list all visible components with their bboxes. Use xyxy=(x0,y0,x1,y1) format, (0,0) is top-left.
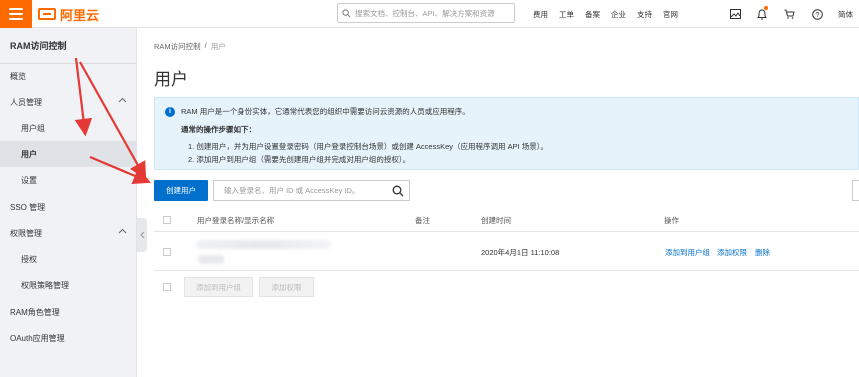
create-user-button[interactable]: 创建用户 xyxy=(154,180,208,201)
sidebar-collapse-handle[interactable] xyxy=(137,218,147,252)
sidebar-item-label: OAuth应用管理 xyxy=(10,333,65,343)
sidebar-item-label: RAM角色管理 xyxy=(10,307,60,317)
sidebar-group-people[interactable]: 人员管理 xyxy=(0,89,137,115)
sidebar-title: RAM访问控制 xyxy=(10,41,67,51)
select-all-checkbox[interactable] xyxy=(163,216,171,224)
sidebar-item-grant[interactable]: 授权 xyxy=(0,246,137,272)
aliyun-logo[interactable]: 阿里云 xyxy=(38,5,99,23)
sidebar-item-policy[interactable]: 权限策略管理 xyxy=(0,272,137,298)
sidebar-item-label: 授权 xyxy=(21,254,37,264)
svg-text:?: ? xyxy=(815,12,819,19)
redacted-username xyxy=(196,240,331,249)
notification-dot xyxy=(764,6,768,10)
chevron-left-icon xyxy=(139,231,144,239)
nav-tickets[interactable]: 工单 xyxy=(553,9,580,20)
sidebar-item-settings[interactable]: 设置 xyxy=(0,167,137,193)
table-header: 用户登录名称/显示名称 备注 创建时间 操作 xyxy=(154,208,859,232)
user-search-input[interactable]: 输入登录名、用户 ID 或 AccessKey ID。 xyxy=(213,180,410,201)
column-header-actions: 操作 xyxy=(664,216,679,225)
language-switch[interactable]: 简体 xyxy=(838,9,853,20)
logo-text: 阿里云 xyxy=(60,7,100,23)
sidebar-item-user[interactable]: 用户 xyxy=(0,141,137,167)
search-icon xyxy=(342,8,351,17)
image-icon[interactable] xyxy=(728,7,742,21)
top-nav-links: 费用 工单 备案 企业 支持 官网 xyxy=(528,0,684,28)
row-checkbox[interactable] xyxy=(163,248,171,256)
chevron-up-icon xyxy=(118,97,127,103)
sidebar-item-usergroup[interactable]: 用户组 xyxy=(0,115,137,141)
column-header-created: 创建时间 xyxy=(481,216,511,225)
sidebar-item-label: 用户组 xyxy=(21,123,45,133)
info-notice: i RAM 用户是一个身份实体，它通常代表您的组织中需要访问云资源的人员或应用程… xyxy=(154,97,859,170)
help-icon[interactable]: ? xyxy=(810,7,824,21)
breadcrumb: RAM访问控制 / 用户 xyxy=(154,41,226,52)
search-placeholder: 输入登录名、用户 ID 或 AccessKey ID。 xyxy=(224,186,360,195)
breadcrumb-current: 用户 xyxy=(210,42,226,51)
created-time: 2020年4月1日 11:10:08 xyxy=(481,248,560,257)
sidebar-item-sso[interactable]: SSO 管理 xyxy=(0,194,137,220)
info-step-2: 2. 添加用户到用户组（需要先创建用户组并完成对用户组的授权）。 xyxy=(188,155,411,164)
add-permission-link[interactable]: 添加权限 xyxy=(717,247,747,258)
nav-support[interactable]: 支持 xyxy=(632,9,657,20)
info-icon: i xyxy=(165,107,175,117)
top-navigation-bar: 阿里云 搜索文档、控制台、API、解决方案和资源 费用 工单 备案 企业 支持 … xyxy=(0,0,859,28)
bulk-add-permission-button[interactable]: 添加权限 xyxy=(259,277,314,297)
nav-enterprise[interactable]: 企业 xyxy=(605,9,632,20)
sidebar-item-label: SSO 管理 xyxy=(10,202,46,212)
global-search-input[interactable]: 搜索文档、控制台、API、解决方案和资源 xyxy=(337,3,515,23)
page-title: 用户 xyxy=(154,70,188,89)
sidebar-item-label: 用户 xyxy=(21,149,37,159)
cart-icon[interactable] xyxy=(782,7,796,21)
nav-website[interactable]: 官网 xyxy=(657,9,684,20)
info-step-1: 1. 创建用户，并为用户设置登录密码（用户登录控制台场景）或创建 AccessK… xyxy=(188,142,549,151)
sidebar-item-oauth[interactable]: OAuth应用管理 xyxy=(0,325,137,351)
nav-icp[interactable]: 备案 xyxy=(580,9,605,20)
sidebar-item-overview[interactable]: 概览 xyxy=(0,63,137,89)
add-to-group-link[interactable]: 添加到用户组 xyxy=(665,247,710,258)
table-row: 2020年4月1日 11:10:08 添加到用户组 添加权限 删除 xyxy=(154,232,859,271)
breadcrumb-separator: / xyxy=(204,41,207,50)
delete-link[interactable]: 删除 xyxy=(755,247,770,258)
search-icon[interactable] xyxy=(392,185,404,197)
info-description: RAM 用户是一个身份实体，它通常代表您的组织中需要访问云资源的人员或应用程序。 xyxy=(181,107,470,116)
sidebar-item-role[interactable]: RAM角色管理 xyxy=(0,299,137,325)
bulk-add-to-group-button[interactable]: 添加到用户组 xyxy=(184,277,253,297)
sidebar-item-label: 权限管理 xyxy=(10,228,42,238)
sidebar: RAM访问控制 概览 人员管理 用户组 用户 设置 SSO 管理 权限管理 授权… xyxy=(0,28,137,377)
chevron-up-icon xyxy=(118,228,127,234)
redacted-display-name xyxy=(198,255,224,264)
breadcrumb-root[interactable]: RAM访问控制 xyxy=(154,41,201,52)
sidebar-item-label: 人员管理 xyxy=(10,97,42,107)
sidebar-group-permissions[interactable]: 权限管理 xyxy=(0,220,137,246)
nav-billing[interactable]: 费用 xyxy=(528,9,553,20)
info-heading: 通常的操作步骤如下： xyxy=(181,125,256,134)
menu-icon[interactable] xyxy=(0,0,32,28)
aliyun-logo-mark xyxy=(38,8,56,20)
toolbar-right-button[interactable] xyxy=(852,180,859,201)
sidebar-item-label: 概览 xyxy=(10,71,26,81)
column-header-note: 备注 xyxy=(415,216,430,225)
sidebar-item-label: 设置 xyxy=(21,175,37,185)
notification-bell-icon[interactable] xyxy=(755,6,769,21)
bulk-select-checkbox[interactable] xyxy=(163,283,171,291)
column-header-name: 用户登录名称/显示名称 xyxy=(197,216,275,225)
search-placeholder: 搜索文档、控制台、API、解决方案和资源 xyxy=(355,8,495,18)
sidebar-item-label: 权限策略管理 xyxy=(21,280,69,290)
